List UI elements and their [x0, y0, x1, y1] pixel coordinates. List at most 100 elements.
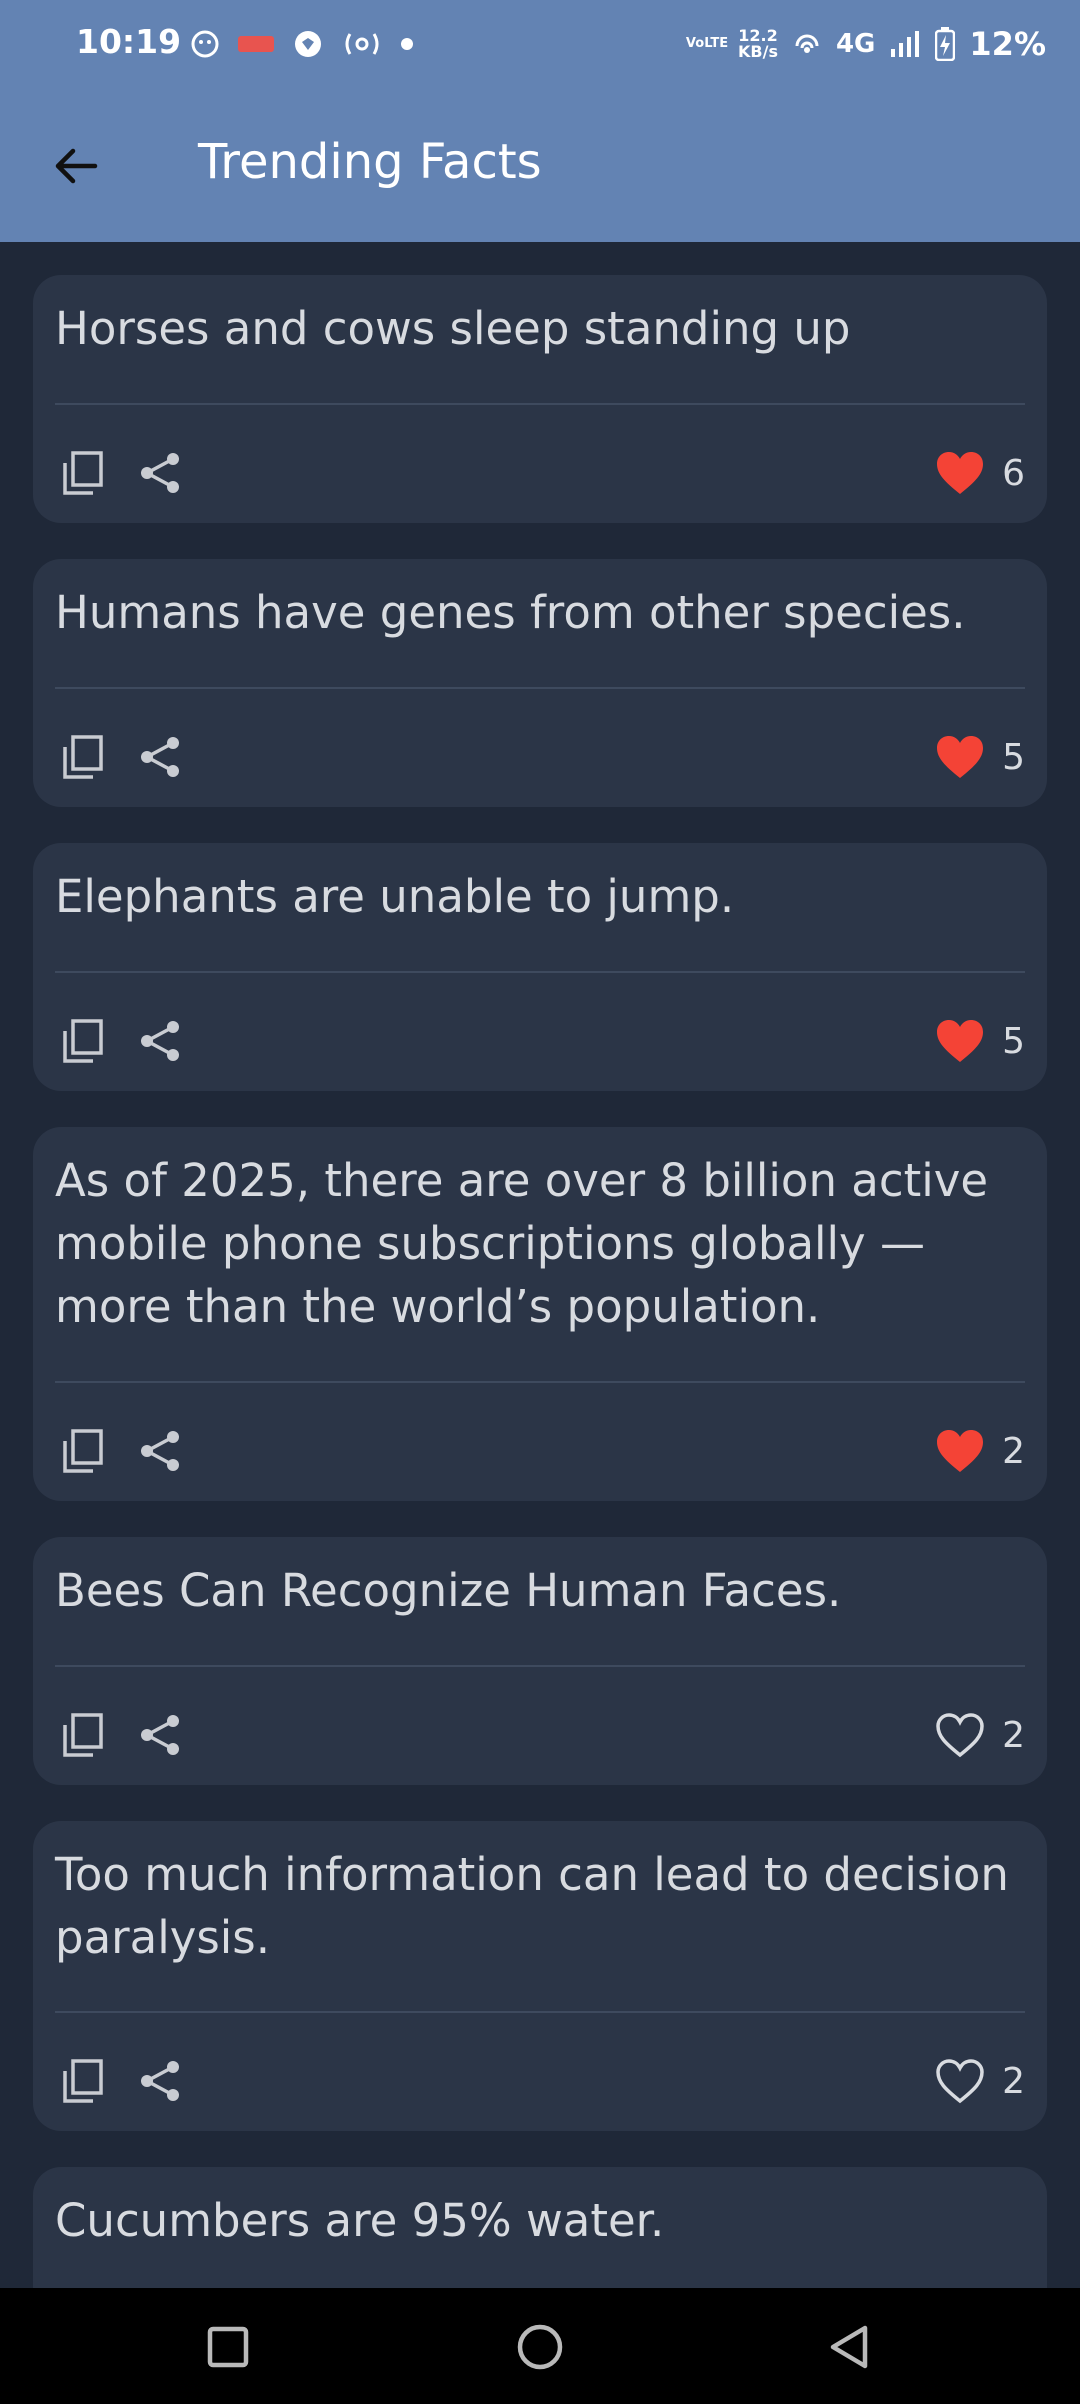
copy-icon [63, 735, 103, 779]
share-icon [141, 1715, 179, 1755]
like-button[interactable] [932, 729, 988, 785]
back-nav-button[interactable] [815, 2312, 885, 2382]
recents-square-icon [207, 2326, 249, 2368]
copy-button[interactable] [55, 1423, 111, 1479]
wifi-calling-icon [792, 29, 822, 59]
fact-actions: 5 [55, 721, 1025, 791]
share-button[interactable] [133, 729, 189, 785]
heart-outline-icon [936, 2059, 984, 2104]
share-icon [141, 1021, 179, 1061]
like-group: 2 [932, 1707, 1025, 1763]
share-button[interactable] [133, 1013, 189, 1069]
like-button[interactable] [932, 1707, 988, 1763]
copy-icon [63, 2059, 103, 2103]
share-button[interactable] [133, 445, 189, 501]
fact-text: Too much information can lead to decisio… [55, 1848, 1009, 1964]
share-button[interactable] [133, 2053, 189, 2109]
like-group: 2 [932, 2053, 1025, 2109]
share-icon [141, 453, 179, 493]
divider [55, 971, 1025, 973]
back-button[interactable] [36, 126, 116, 206]
share-button[interactable] [133, 1707, 189, 1763]
heart-filled-icon [937, 736, 984, 778]
copy-button[interactable] [55, 1707, 111, 1763]
status-system-icons: VoLTE 12.2 KB/s 4G 12% [685, 20, 1046, 68]
fact-card: Bees Can Recognize Human Faces. 2 [33, 1537, 1047, 1785]
divider [55, 2011, 1025, 2013]
divider [55, 403, 1025, 405]
fact-actions: 2 [55, 1415, 1025, 1485]
share-icon [141, 1431, 179, 1471]
like-button[interactable] [932, 2053, 988, 2109]
copy-button[interactable] [55, 445, 111, 501]
like-group: 5 [932, 729, 1025, 785]
copy-button[interactable] [55, 1013, 111, 1069]
like-group: 6 [932, 445, 1025, 501]
hotspot-icon [342, 28, 382, 60]
back-triangle-icon [830, 2325, 868, 2369]
heart-outline-icon [936, 1713, 984, 1758]
like-button[interactable] [932, 1013, 988, 1069]
dot-icon [400, 37, 414, 51]
copy-icon [63, 1019, 103, 1063]
fact-text: Humans have genes from other species. [55, 586, 966, 639]
like-count: 5 [1002, 1020, 1025, 1062]
battery-icon [935, 27, 956, 61]
fact-text: Cucumbers are 95% water. [55, 2194, 665, 2247]
heart-filled-icon [937, 1020, 984, 1062]
fact-actions: 5 [55, 1005, 1025, 1075]
copy-icon [63, 1713, 103, 1757]
like-group: 5 [932, 1013, 1025, 1069]
status-notification-icons [190, 24, 414, 64]
home-circle-icon [517, 2324, 563, 2370]
heart-filled-icon [937, 1430, 984, 1472]
divider [55, 1665, 1025, 1667]
copy-icon [63, 451, 103, 495]
fact-card: Too much information can lead to decisio… [33, 1821, 1047, 2131]
fact-actions: 6 [55, 437, 1025, 507]
fact-card: Elephants are unable to jump. 5 [33, 843, 1047, 1091]
recents-button[interactable] [193, 2312, 263, 2382]
copy-button[interactable] [55, 729, 111, 785]
like-button[interactable] [932, 1423, 988, 1479]
net-speed: 12.2 KB/s [738, 28, 778, 60]
like-count: 2 [1002, 2060, 1025, 2102]
home-button[interactable] [505, 2312, 575, 2382]
arrow-left-icon [55, 148, 98, 184]
fact-text: Elephants are unable to jump. [55, 870, 735, 923]
fact-text: As of 2025, there are over 8 billion act… [55, 1154, 989, 1333]
fact-card: Cucumbers are 95% water. [33, 2167, 1047, 2288]
shield-notification-icon [292, 28, 324, 60]
net-speed-unit: KB/s [738, 42, 778, 61]
like-group: 2 [932, 1423, 1025, 1479]
notification-bot-icon [190, 29, 220, 59]
like-count: 5 [1002, 736, 1025, 778]
fact-actions: 2 [55, 1699, 1025, 1769]
like-count: 2 [1002, 1430, 1025, 1472]
status-bar: 10:19 VoLTE 12.2 KB/s 4G 12% [0, 0, 1080, 90]
page-title: Trending Facts [198, 134, 542, 190]
app-bar: Trending Facts [0, 90, 1080, 242]
battery-percentage: 12% [969, 25, 1046, 63]
fact-card: Humans have genes from other species. 5 [33, 559, 1047, 807]
signal-icon [889, 29, 921, 59]
like-count: 2 [1002, 1714, 1025, 1756]
copy-button[interactable] [55, 2053, 111, 2109]
heart-filled-icon [937, 452, 984, 494]
share-icon [141, 737, 179, 777]
volte-label: VoLTE [685, 36, 729, 51]
copy-icon [63, 1429, 103, 1473]
fact-actions: 2 [55, 2045, 1025, 2115]
divider [55, 687, 1025, 689]
status-time: 10:19 [76, 22, 182, 61]
like-button[interactable] [932, 445, 988, 501]
fact-text: Bees Can Recognize Human Faces. [55, 1564, 842, 1617]
share-icon [141, 2061, 179, 2101]
system-nav-bar [0, 2288, 1080, 2404]
divider [55, 1381, 1025, 1383]
cellular-type: 4G [835, 29, 876, 59]
fact-card: As of 2025, there are over 8 billion act… [33, 1127, 1047, 1501]
share-button[interactable] [133, 1423, 189, 1479]
fact-list[interactable]: Horses and cows sleep standing up 6 Huma… [0, 242, 1080, 2288]
like-count: 6 [1002, 452, 1025, 494]
